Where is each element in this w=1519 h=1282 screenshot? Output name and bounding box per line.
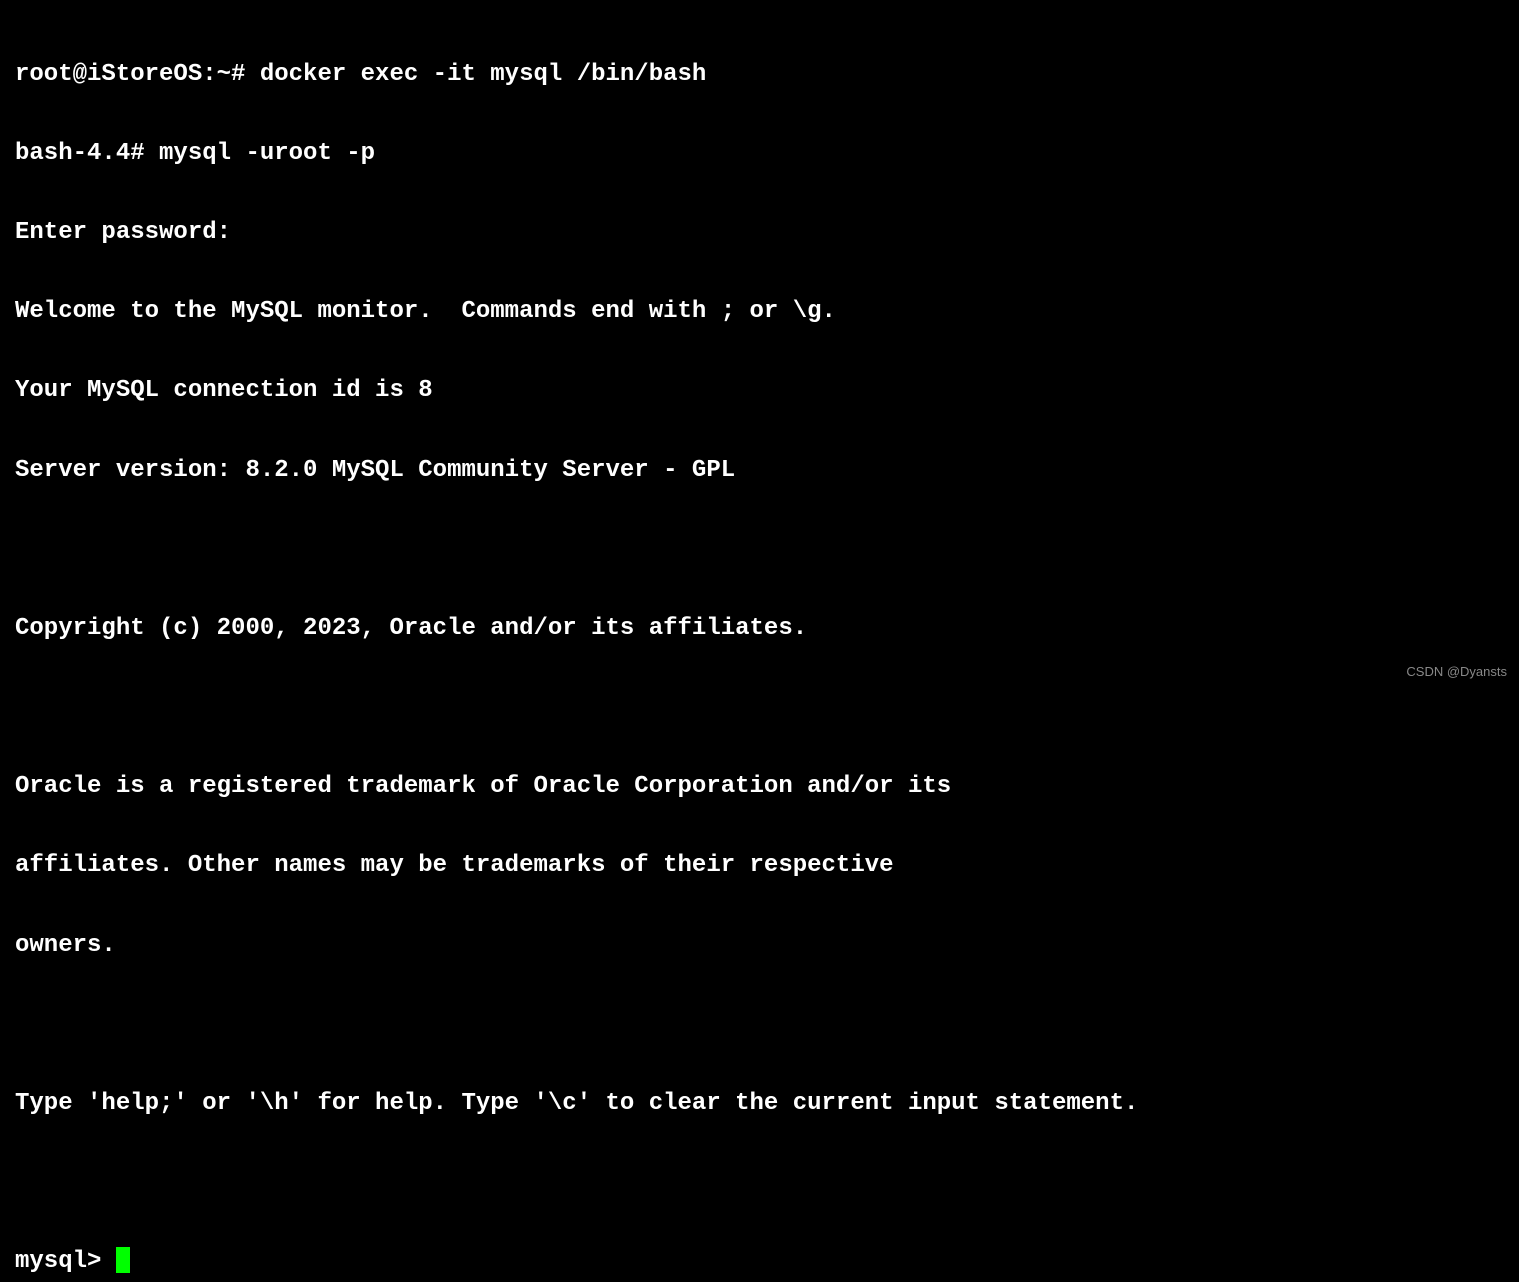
terminal-line: owners.	[15, 926, 1519, 966]
terminal-blank-line	[15, 530, 1519, 570]
terminal-line: bash-4.4# mysql -uroot -p	[15, 134, 1519, 174]
cursor-icon[interactable]	[116, 1247, 130, 1273]
terminal-blank-line	[15, 1163, 1519, 1203]
watermark-text: CSDN @Dyansts	[1406, 661, 1507, 682]
terminal-line: Welcome to the MySQL monitor. Commands e…	[15, 292, 1519, 332]
terminal-line: root@iStoreOS:~# docker exec -it mysql /…	[15, 55, 1519, 95]
terminal-line: affiliates. Other names may be trademark…	[15, 846, 1519, 886]
terminal-line: Copyright (c) 2000, 2023, Oracle and/or …	[15, 609, 1519, 649]
terminal-output[interactable]: root@iStoreOS:~# docker exec -it mysql /…	[15, 15, 1519, 1282]
mysql-prompt: mysql>	[15, 1248, 116, 1275]
terminal-line: Type 'help;' or '\h' for help. Type '\c'…	[15, 1084, 1519, 1124]
terminal-blank-line	[15, 688, 1519, 728]
terminal-line: Oracle is a registered trademark of Orac…	[15, 767, 1519, 807]
terminal-line: Your MySQL connection id is 8	[15, 371, 1519, 411]
terminal-line: Server version: 8.2.0 MySQL Community Se…	[15, 451, 1519, 491]
terminal-blank-line	[15, 1005, 1519, 1045]
terminal-line: Enter password:	[15, 213, 1519, 253]
